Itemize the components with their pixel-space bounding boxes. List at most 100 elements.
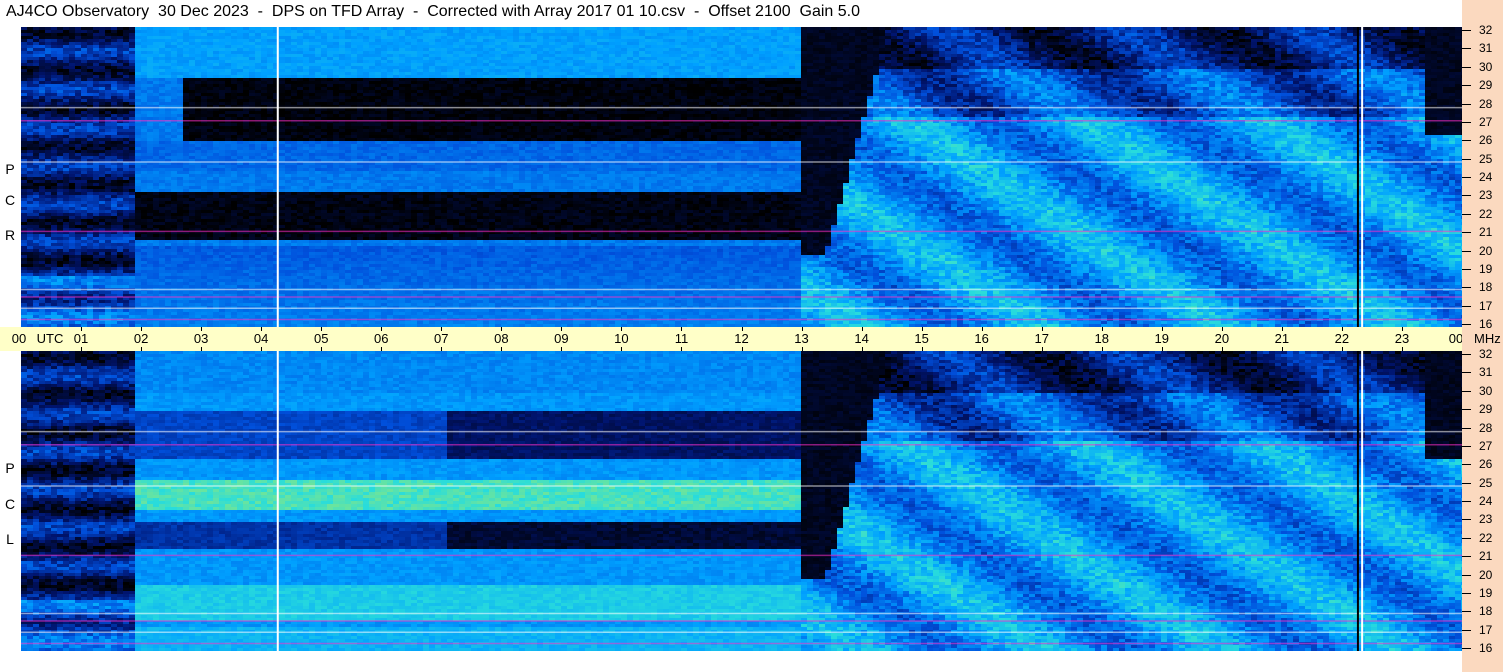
spectrogram-cell xyxy=(1191,48,1197,51)
spectrogram-cell xyxy=(471,30,477,33)
spectrogram-cell xyxy=(909,51,915,54)
spectrogram-cell xyxy=(657,48,663,51)
spectrogram-cell xyxy=(1209,33,1215,36)
spectrogram-cell xyxy=(993,33,999,36)
spectrogram-cell xyxy=(1395,33,1401,36)
spectrogram-cell xyxy=(1221,30,1227,33)
spectrogram-cell xyxy=(963,45,969,48)
spectrogram-cell xyxy=(39,27,45,30)
spectrogram-cell xyxy=(177,54,183,57)
spectrogram-cell xyxy=(1455,27,1461,30)
spectrogram-cell xyxy=(357,39,363,42)
spectrogram-cell xyxy=(183,42,189,45)
spectrogram-cell xyxy=(297,30,303,33)
spectrogram-cell xyxy=(207,45,213,48)
spectrogram-cell xyxy=(327,45,333,48)
spectrogram-cell xyxy=(99,39,105,42)
spectrogram-cell xyxy=(789,39,795,42)
spectrogram-cell xyxy=(1065,51,1071,54)
spectrogram-cell xyxy=(1221,45,1227,48)
spectrogram-cell xyxy=(471,39,477,42)
spectrogram-cell xyxy=(603,36,609,39)
spectrogram-cell xyxy=(1125,48,1131,51)
spectrogram-cell xyxy=(1191,27,1197,30)
spectrogram-cell xyxy=(1173,45,1179,48)
spectrogram-cell xyxy=(705,45,711,48)
spectrogram-cell xyxy=(1053,45,1059,48)
spectrogram-cell xyxy=(999,48,1005,51)
spectrogram-cell xyxy=(135,39,141,42)
spectrogram-cell xyxy=(1323,33,1329,36)
spectrogram-cell xyxy=(729,36,735,39)
spectrogram-cell xyxy=(1083,42,1089,45)
spectrogram-cell xyxy=(1365,45,1371,48)
spectrogram-cell xyxy=(1167,27,1173,30)
spectrogram-cell xyxy=(1437,42,1443,45)
spectrogram-cell xyxy=(909,33,915,36)
spectrogram-cell xyxy=(351,42,357,45)
spectrogram-cell xyxy=(279,30,285,33)
spectrogram-cell xyxy=(957,36,963,39)
spectrogram-cell xyxy=(963,42,969,45)
spectrogram-cell xyxy=(771,42,777,45)
spectrogram-cell xyxy=(867,36,873,39)
spectrogram-cell xyxy=(69,48,75,51)
spectrogram-cell xyxy=(291,45,297,48)
spectrogram-cell xyxy=(447,54,453,57)
spectrogram-cell xyxy=(669,45,675,48)
spectrogram-cell xyxy=(579,48,585,51)
spectrogram-cell xyxy=(267,42,273,45)
spectrogram-cell xyxy=(879,27,885,30)
spectrogram-cell xyxy=(507,54,513,57)
spectrogram-cell xyxy=(399,39,405,42)
spectrogram-cell xyxy=(1065,42,1071,45)
spectrogram-cell xyxy=(465,39,471,42)
spectrogram-cell xyxy=(1035,39,1041,42)
spectrogram-cell xyxy=(171,45,177,48)
spectrogram-cell xyxy=(723,27,729,30)
spectrogram-cell xyxy=(219,48,225,51)
spectrogram-cell xyxy=(903,51,909,54)
spectrogram-cell xyxy=(951,51,957,54)
spectrogram-cell xyxy=(1275,36,1281,39)
spectrogram-cell xyxy=(213,48,219,51)
spectrogram-cell xyxy=(981,51,987,54)
spectrogram-cell xyxy=(1077,30,1083,33)
spectrogram-cell xyxy=(1035,30,1041,33)
spectrogram-cell xyxy=(1257,30,1263,33)
spectrogram-cell xyxy=(987,33,993,36)
spectrogram-cell xyxy=(1149,42,1155,45)
spectrogram-cell xyxy=(531,42,537,45)
spectrogram-cell xyxy=(285,45,291,48)
spectrogram-cell xyxy=(753,42,759,45)
spectrogram-cell xyxy=(393,33,399,36)
spectrogram-cell xyxy=(861,51,867,54)
spectrogram-cell xyxy=(51,45,57,48)
spectrogram-cell xyxy=(1083,39,1089,42)
spectrogram-cell xyxy=(1257,33,1263,36)
spectrogram-cell xyxy=(639,54,645,57)
spectrogram-cell xyxy=(669,33,675,36)
spectrogram-cell xyxy=(573,42,579,45)
spectrogram-cell xyxy=(609,30,615,33)
spectrogram-cell xyxy=(405,30,411,33)
spectrogram-cell xyxy=(1227,33,1233,36)
spectrogram-cell xyxy=(453,51,459,54)
spectrogram-cell xyxy=(783,36,789,39)
spectrogram-cell xyxy=(1401,30,1407,33)
spectrogram-cell xyxy=(411,36,417,39)
spectrogram-cell xyxy=(477,42,483,45)
spectrogram-cell xyxy=(813,30,819,33)
spectrogram-cell xyxy=(495,48,501,51)
spectrogram-cell xyxy=(1299,36,1305,39)
spectrogram-cell xyxy=(1365,30,1371,33)
spectrogram-cell xyxy=(627,54,633,57)
spectrogram-cell xyxy=(507,42,513,45)
spectrogram-cell xyxy=(1149,45,1155,48)
spectrogram-cell xyxy=(93,39,99,42)
spectrogram-cell xyxy=(1443,51,1449,54)
spectrogram-cell xyxy=(1377,36,1383,39)
spectrogram-cell xyxy=(165,45,171,48)
spectrogram-cell xyxy=(375,45,381,48)
spectrogram-cell xyxy=(75,45,81,48)
